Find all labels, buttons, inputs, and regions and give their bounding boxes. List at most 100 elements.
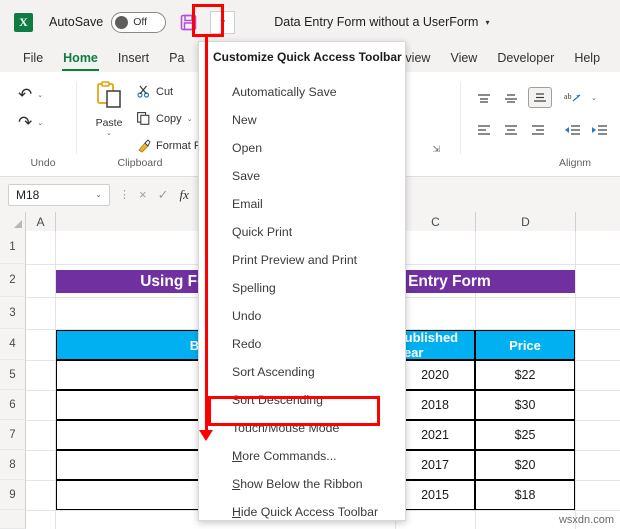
excel-logo-icon: X bbox=[14, 12, 33, 32]
undo-chevron-down-icon[interactable]: ⌄ bbox=[37, 91, 43, 99]
red-arrow-stem-top bbox=[205, 37, 208, 45]
redo-arrow-icon: ↷ bbox=[18, 113, 33, 133]
row-header-2[interactable]: 2 bbox=[0, 264, 26, 297]
align-right-icon[interactable] bbox=[528, 121, 548, 139]
menu-item-redo[interactable]: Redo bbox=[200, 330, 406, 358]
menu-item-new[interactable]: New bbox=[200, 106, 406, 134]
column-header-d[interactable]: D bbox=[476, 212, 576, 231]
autosave-toggle-knob bbox=[115, 15, 129, 29]
paste-chevron-down-icon[interactable]: ⌄ bbox=[86, 129, 132, 137]
table-row: $18 bbox=[475, 480, 575, 510]
cancel-icon[interactable]: × bbox=[139, 187, 147, 202]
copy-icon bbox=[136, 111, 151, 126]
ribbon-group-clipboard: Paste ⌄ Cut Copy ⌄ Format Pa Clipboard bbox=[80, 75, 207, 171]
menu-item-touch-mouse-mode[interactable]: Touch/Mouse Mode bbox=[200, 414, 406, 442]
ribbon-group-undo: ↶ ⌄ ↷ ⌄ Undo bbox=[12, 75, 74, 171]
tab-page-layout[interactable]: Pa bbox=[160, 48, 193, 68]
row-header-1[interactable]: 1 bbox=[0, 231, 26, 264]
tab-view[interactable]: View bbox=[441, 48, 486, 68]
column-header-e[interactable] bbox=[576, 212, 620, 231]
align-top-icon[interactable] bbox=[474, 89, 494, 107]
row-header-7[interactable]: 7 bbox=[0, 420, 26, 450]
undo-button[interactable]: ↶ ⌄ bbox=[18, 85, 43, 105]
increase-indent-icon[interactable] bbox=[589, 121, 609, 139]
name-box[interactable]: M18 ⌄ bbox=[8, 183, 110, 206]
column-header-a[interactable]: A bbox=[26, 212, 56, 231]
cut-button[interactable]: Cut bbox=[136, 84, 173, 99]
paintbrush-icon bbox=[136, 138, 151, 153]
row-header-9[interactable]: 9 bbox=[0, 480, 26, 510]
qat-dropdown-wrapper: ▾ bbox=[210, 10, 236, 34]
table-row: $30 bbox=[475, 390, 575, 420]
row-header-6[interactable]: 6 bbox=[0, 390, 26, 420]
autosave-toggle[interactable]: Off bbox=[111, 11, 167, 33]
red-arrow-shaft bbox=[205, 45, 208, 433]
table-row: 2020 bbox=[395, 360, 475, 390]
menu-item-more-commands-rest: ore Commands... bbox=[242, 449, 337, 463]
menu-item-sort-ascending[interactable]: Sort Ascending bbox=[200, 358, 406, 386]
formula-bar-handle[interactable]: ⋮ bbox=[119, 189, 130, 200]
redo-chevron-down-icon[interactable]: ⌄ bbox=[37, 119, 43, 127]
copy-chevron-down-icon[interactable]: ⌄ bbox=[187, 115, 193, 123]
enter-icon[interactable]: ✓ bbox=[158, 187, 169, 203]
align-middle-icon[interactable] bbox=[501, 89, 521, 107]
tab-file[interactable]: File bbox=[14, 48, 52, 68]
menu-item-hide-quick-access-toolbar[interactable]: Hide Quick Access Toolbar bbox=[200, 498, 406, 526]
row-header-4[interactable]: 4 bbox=[0, 329, 26, 360]
ribbon-group-clipboard-label: Clipboard bbox=[117, 157, 163, 169]
table-row: $22 bbox=[475, 360, 575, 390]
group-separator bbox=[76, 82, 77, 154]
menu-item-sort-descending[interactable]: Sort Descending bbox=[200, 386, 406, 414]
title-bar: X AutoSave Off ▾ Data Entry Form without… bbox=[0, 0, 620, 44]
menu-item-open[interactable]: Open bbox=[200, 134, 406, 162]
align-bottom-icon[interactable] bbox=[528, 87, 552, 108]
cut-label: Cut bbox=[156, 85, 174, 98]
qat-dropdown-button[interactable]: ▾ bbox=[210, 10, 236, 34]
align-left-icon[interactable] bbox=[474, 121, 494, 139]
paste-label: Paste bbox=[95, 117, 123, 129]
document-title-chevron-down-icon[interactable]: ▾ bbox=[485, 18, 489, 27]
table-row: $20 bbox=[475, 450, 575, 480]
row-header-5[interactable]: 5 bbox=[0, 360, 26, 390]
copy-button[interactable]: Copy ⌄ bbox=[136, 111, 193, 126]
menu-item-print-preview-and-print[interactable]: Print Preview and Print bbox=[200, 246, 406, 274]
table-row: $25 bbox=[475, 420, 575, 450]
row-header-8[interactable]: 8 bbox=[0, 450, 26, 480]
autosave-state-label: Off bbox=[133, 16, 148, 28]
row-header-10[interactable] bbox=[0, 510, 26, 529]
customize-quick-access-toolbar-menu: Customize Quick Access Toolbar Automatic… bbox=[198, 41, 406, 521]
align-center-icon[interactable] bbox=[501, 121, 521, 139]
menu-item-spelling[interactable]: Spelling bbox=[200, 274, 406, 302]
svg-text:ab: ab bbox=[564, 92, 572, 101]
qat-menu-title: Customize Quick Access Toolbar bbox=[213, 50, 402, 64]
tab-help[interactable]: Help bbox=[565, 48, 609, 68]
accel-letter: M bbox=[232, 449, 243, 463]
row-header-3[interactable]: 3 bbox=[0, 297, 26, 329]
save-icon[interactable] bbox=[179, 13, 198, 32]
menu-item-automatically-save[interactable]: Automatically Save bbox=[200, 78, 406, 106]
tab-insert[interactable]: Insert bbox=[109, 48, 158, 68]
tab-developer[interactable]: Developer bbox=[488, 48, 563, 68]
decrease-indent-icon[interactable] bbox=[562, 121, 582, 139]
font-dialog-launcher[interactable]: ⇲ bbox=[432, 144, 440, 155]
text-orientation-icon[interactable]: ab bbox=[562, 89, 582, 107]
menu-item-undo[interactable]: Undo bbox=[200, 302, 406, 330]
insert-function-icon[interactable]: fx bbox=[180, 187, 189, 203]
menu-item-save[interactable]: Save bbox=[200, 162, 406, 190]
menu-item-email[interactable]: Email bbox=[200, 190, 406, 218]
format-painter-button[interactable]: Format Pa bbox=[136, 138, 207, 153]
column-header-c[interactable]: C bbox=[396, 212, 476, 231]
table-header-year: Published Year bbox=[395, 330, 475, 360]
formula-bar-buttons: × ✓ fx bbox=[139, 187, 189, 203]
group-separator bbox=[460, 82, 461, 154]
menu-item-show-below-the-ribbon[interactable]: Show Below the Ribbon bbox=[200, 470, 406, 498]
paste-button[interactable]: Paste ⌄ bbox=[86, 81, 132, 137]
orientation-chevron-down-icon[interactable]: ⌄ bbox=[591, 94, 597, 102]
excel-logo-letter: X bbox=[19, 14, 28, 29]
redo-button[interactable]: ↷ ⌄ bbox=[18, 113, 43, 133]
select-all-corner[interactable] bbox=[0, 212, 26, 231]
menu-item-more-commands[interactable]: More Commands... bbox=[200, 442, 406, 470]
tab-home[interactable]: Home bbox=[54, 48, 107, 71]
menu-item-quick-print[interactable]: Quick Print bbox=[200, 218, 406, 246]
name-box-chevron-down-icon: ⌄ bbox=[95, 190, 102, 199]
